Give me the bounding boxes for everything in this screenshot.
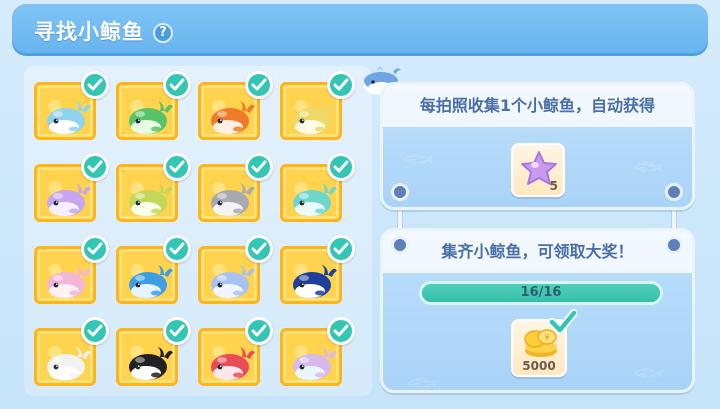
collected-check-icon [81, 235, 109, 263]
whale-icon [211, 347, 255, 380]
whale-icon [47, 101, 91, 134]
grand-prize-heading: 集齐小鲸鱼，可领取大奖！ [441, 242, 634, 261]
grand-prize-card: 集齐小鲸鱼，可领取大奖！ 𓆟 𓆟 16/16 ¥ 5000 [380, 228, 695, 393]
whale-slot[interactable] [198, 71, 273, 140]
collected-check-icon [81, 153, 109, 181]
title-bar: 寻找小鲸鱼 ? [12, 4, 708, 56]
collected-check-icon [245, 317, 273, 345]
collected-check-icon [81, 317, 109, 345]
collected-check-icon [163, 153, 191, 181]
progress-text: 16/16 [520, 285, 562, 300]
whale-icon [211, 265, 255, 298]
whale-slot[interactable] [280, 71, 355, 140]
whale-slot[interactable] [34, 71, 109, 140]
collected-check-icon [245, 235, 273, 263]
whale-icon [129, 183, 173, 216]
fish-deco-icon: 𓆟 [403, 148, 434, 173]
whale-icon [211, 101, 255, 134]
collected-check-icon [327, 235, 355, 263]
whale-icon [47, 347, 91, 380]
whale-slot[interactable] [116, 317, 191, 386]
fish-deco-icon: 𓆟 [633, 362, 664, 387]
whale-icon [293, 347, 337, 380]
collected-check-icon [163, 317, 191, 345]
photo-reward-body: 𓆟 𓆟 5 [383, 127, 692, 207]
collection-panel: 寻找小鲸鱼 ? 每拍照收集1个小鲸鱼，自动获得 𓆟 𓆟 5 集齐小鲸鱼，可领取大… [0, 0, 720, 409]
whale-icon [293, 101, 337, 134]
whale-icon [129, 101, 173, 134]
claimed-check-icon [548, 309, 578, 339]
reward-quantity: 5 [549, 179, 558, 193]
rope-post-bottom-left [391, 236, 409, 254]
collected-check-icon [245, 153, 273, 181]
photo-reward-heading: 每拍照收集1个小鲸鱼，自动获得 [419, 96, 656, 115]
whale-icon [129, 265, 173, 298]
whale-slot[interactable] [280, 153, 355, 222]
whale-icon [47, 183, 91, 216]
grand-prize-item-slot[interactable]: ¥ 5000 [511, 309, 578, 377]
collected-check-icon [163, 235, 191, 263]
whale-collection-grid [24, 66, 372, 396]
collected-check-icon [327, 71, 355, 99]
whale-slot[interactable] [116, 235, 191, 304]
whale-slot[interactable] [280, 235, 355, 304]
whale-icon [129, 347, 173, 380]
whale-slot[interactable] [34, 153, 109, 222]
whale-icon [293, 265, 337, 298]
whale-slot[interactable] [198, 153, 273, 222]
whale-slot[interactable] [198, 317, 273, 386]
fish-deco-icon: 𓆟 [407, 372, 438, 393]
reward-item-slot[interactable]: 5 [511, 143, 565, 197]
whale-slot[interactable] [34, 317, 109, 386]
photo-reward-card: 每拍照收集1个小鲸鱼，自动获得 𓆟 𓆟 5 [380, 82, 695, 210]
help-button[interactable]: ? [153, 23, 173, 43]
fish-deco-icon: 𓆟 [633, 156, 664, 181]
collected-check-icon [327, 317, 355, 345]
whale-slot[interactable] [34, 235, 109, 304]
rope-post-top-left [391, 183, 409, 201]
rope-post-top-right [665, 183, 683, 201]
whale-icon [293, 183, 337, 216]
collection-progress-bar: 16/16 [419, 281, 663, 305]
grand-prize-quantity: 5000 [522, 359, 556, 373]
collected-check-icon [163, 71, 191, 99]
whale-slot[interactable] [116, 153, 191, 222]
rope-post-bottom-right [665, 236, 683, 254]
collected-check-icon [245, 71, 273, 99]
whale-slot[interactable] [198, 235, 273, 304]
collected-check-icon [327, 153, 355, 181]
page-title: 寻找小鲸鱼 [34, 20, 144, 44]
whale-icon [47, 265, 91, 298]
whale-icon [211, 183, 255, 216]
whale-slot[interactable] [116, 71, 191, 140]
collected-check-icon [81, 71, 109, 99]
whale-slot[interactable] [280, 317, 355, 386]
